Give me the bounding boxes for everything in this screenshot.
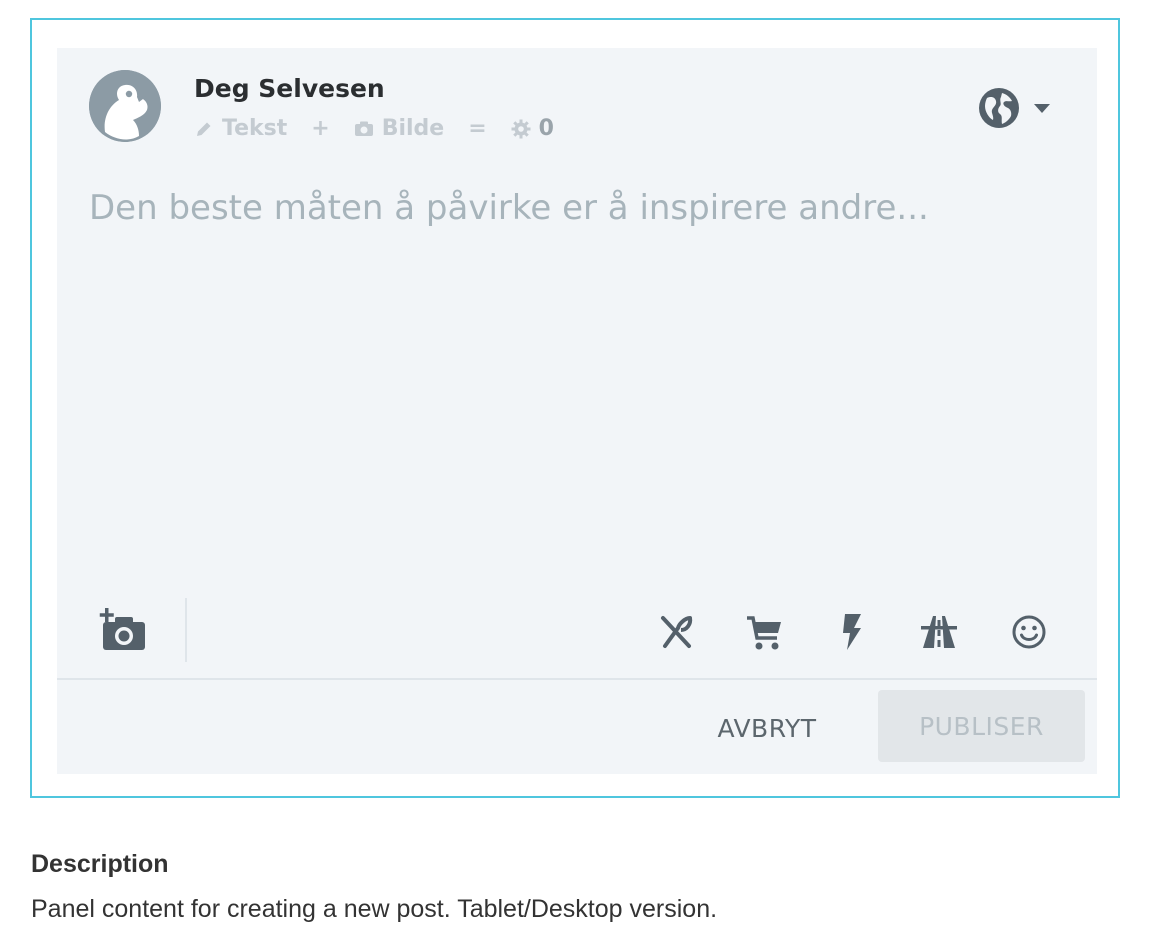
composer-panel: Deg Selvesen Tekst + Bilde = 0 Den beste… — [57, 48, 1097, 774]
meta-text: Tekst — [194, 116, 287, 141]
shopping-category-button[interactable] — [745, 614, 785, 652]
fork-knife-icon — [661, 616, 693, 648]
pencil-icon — [197, 122, 211, 136]
smiley-icon — [1012, 615, 1046, 649]
description-text: Panel content for creating a new post. T… — [31, 895, 718, 923]
add-photo-button[interactable] — [97, 606, 147, 654]
cancel-button[interactable]: AVBRYT — [697, 693, 837, 763]
meta-text-label: Tekst — [222, 116, 288, 141]
caret-down-icon — [1034, 104, 1050, 113]
visibility-selector[interactable] — [977, 86, 1051, 130]
energy-category-button[interactable] — [839, 612, 865, 652]
gear-icon — [511, 119, 531, 138]
meta-image-label: Bilde — [381, 116, 445, 141]
globe-icon — [979, 88, 1019, 128]
post-text-input[interactable] — [89, 188, 1049, 588]
description-title: Description — [31, 850, 169, 878]
meta-image: Bilde — [354, 116, 445, 141]
equals-symbol: = — [468, 116, 487, 141]
footer-divider — [57, 678, 1097, 680]
bird-avatar-icon — [89, 70, 161, 142]
post-meta: Tekst + Bilde = 0 — [194, 116, 554, 141]
mood-category-button[interactable] — [1011, 614, 1047, 650]
travel-category-button[interactable] — [921, 614, 957, 650]
camera-icon — [354, 121, 373, 136]
user-name: Deg Selvesen — [194, 74, 385, 103]
points-count: 0 — [538, 116, 554, 141]
add-camera-icon — [99, 608, 145, 650]
toolbar-divider — [185, 598, 187, 662]
lightning-icon — [843, 614, 861, 650]
shopping-cart-icon — [747, 616, 781, 650]
road-icon — [921, 616, 957, 648]
meta-points: 0 — [511, 116, 554, 141]
food-category-button[interactable] — [657, 614, 697, 650]
plus-symbol: + — [311, 116, 330, 141]
avatar[interactable] — [89, 70, 161, 142]
publish-button[interactable]: PUBLISER — [878, 690, 1085, 762]
composer-frame: Deg Selvesen Tekst + Bilde = 0 Den beste… — [30, 18, 1120, 798]
